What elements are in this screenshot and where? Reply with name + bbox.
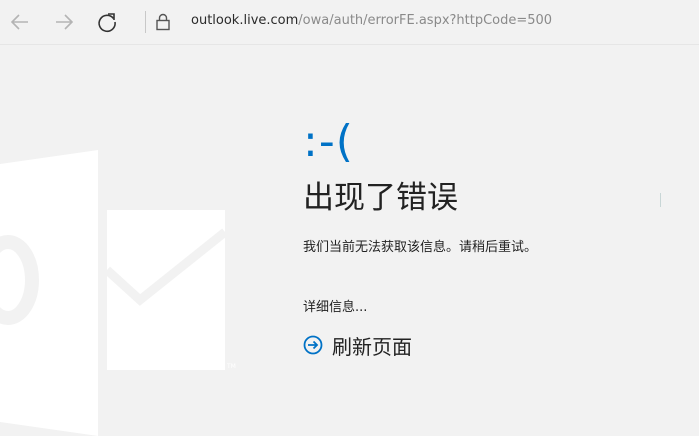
error-heading: 出现了错误 (303, 180, 458, 216)
back-arrow-icon[interactable] (8, 10, 32, 34)
toolbar-separator (145, 11, 146, 33)
text-cursor-mark (660, 193, 661, 207)
reload-icon[interactable] (95, 10, 119, 34)
lock-icon[interactable] (153, 12, 173, 32)
forward-arrow-icon[interactable] (52, 10, 76, 34)
browser-toolbar: outlook.live.com/owa/auth/errorFE.aspx?h… (0, 0, 699, 45)
refresh-page-button[interactable]: 刷新页面 (303, 330, 412, 360)
url-path: /owa/auth/errorFE.aspx?httpCode=500 (298, 13, 553, 28)
url-host: outlook.live.com (191, 13, 299, 28)
sad-face-emoticon: :-( (303, 116, 354, 167)
details-link[interactable]: 详细信息... (303, 298, 367, 318)
error-message: 我们当前无法获取该信息。请稍后重试。 (303, 240, 538, 255)
address-bar[interactable]: outlook.live.com/owa/auth/errorFE.aspx?h… (191, 13, 552, 28)
arrow-circle-right-icon (303, 335, 323, 355)
svg-text:TM: TM (226, 363, 236, 370)
outlook-logo-icon: TM (0, 150, 236, 436)
refresh-page-label: 刷新页面 (332, 334, 412, 359)
